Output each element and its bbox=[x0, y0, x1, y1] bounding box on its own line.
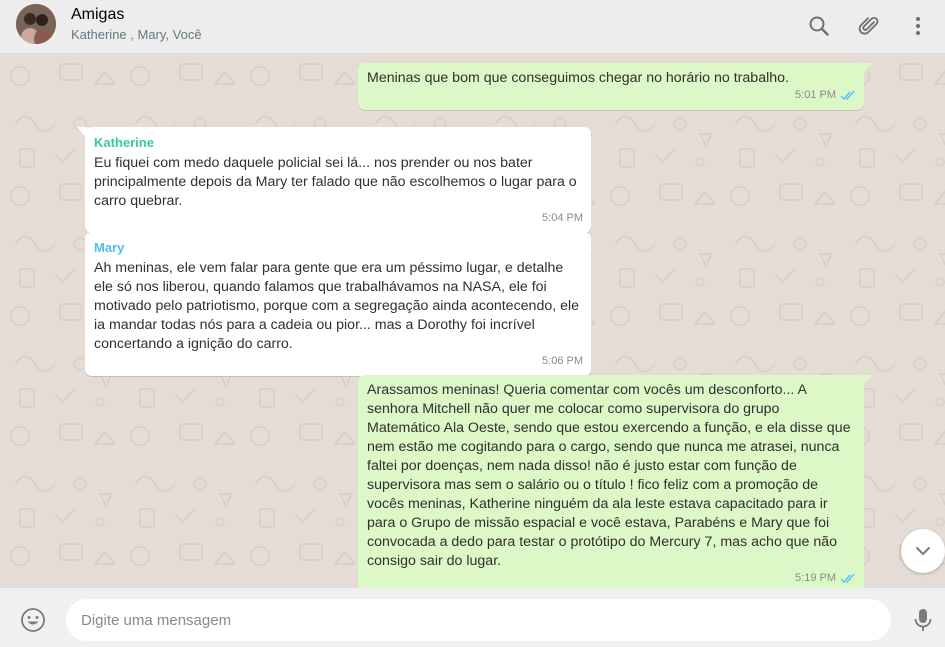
message-time: 5:04 PM bbox=[542, 212, 583, 224]
menu-icon[interactable] bbox=[905, 13, 931, 39]
chat-header: Amigas Katherine , Mary, Você bbox=[0, 0, 945, 54]
microphone-icon[interactable] bbox=[911, 607, 935, 633]
bubble-tail bbox=[77, 127, 87, 139]
message-time: 5:19 PM bbox=[795, 572, 836, 584]
message-incoming[interactable]: Katherine Eu fiquei com medo daquele pol… bbox=[77, 127, 591, 233]
message-meta: 5:01 PM bbox=[795, 86, 856, 105]
message-outgoing[interactable]: Meninas que bom que conseguimos chegar n… bbox=[358, 63, 872, 110]
chat-members[interactable]: Katherine , Mary, Você bbox=[71, 27, 202, 42]
message-meta: 5:19 PM bbox=[795, 569, 856, 588]
message-outgoing[interactable]: Arassamos meninas! Queria comentar com v… bbox=[358, 375, 872, 588]
message-time: 5:06 PM bbox=[542, 355, 583, 367]
search-icon[interactable] bbox=[806, 13, 832, 39]
chevron-down-icon bbox=[916, 547, 930, 555]
message-text: Meninas que bom que conseguimos chegar n… bbox=[367, 70, 789, 86]
message-meta: 5:04 PM bbox=[542, 209, 583, 228]
group-avatar[interactable] bbox=[16, 4, 56, 44]
emoji-icon[interactable] bbox=[20, 607, 46, 633]
message-text: Eu fiquei com medo daquele policial sei … bbox=[94, 155, 577, 209]
composer-bar bbox=[0, 588, 945, 647]
sender-name[interactable]: Katherine bbox=[94, 133, 582, 153]
message-input[interactable] bbox=[66, 599, 891, 641]
attach-icon[interactable] bbox=[856, 13, 882, 39]
message-list[interactable]: Meninas que bom que conseguimos chegar n… bbox=[0, 54, 945, 588]
scroll-to-bottom-button[interactable] bbox=[901, 529, 945, 573]
message-meta: 5:06 PM bbox=[542, 352, 583, 371]
bubble-tail bbox=[862, 63, 872, 75]
chat-title[interactable]: Amigas bbox=[71, 6, 124, 24]
bubble-tail bbox=[862, 375, 872, 387]
sender-name[interactable]: Mary bbox=[94, 238, 582, 258]
message-incoming[interactable]: Mary Ah meninas, ele vem falar para gent… bbox=[85, 232, 591, 376]
read-receipt-icon bbox=[840, 90, 856, 101]
message-text: Ah meninas, ele vem falar para gente que… bbox=[94, 260, 580, 352]
read-receipt-icon bbox=[840, 573, 856, 584]
message-text: Arassamos meninas! Queria comentar com v… bbox=[367, 382, 851, 569]
message-time: 5:01 PM bbox=[795, 89, 836, 101]
